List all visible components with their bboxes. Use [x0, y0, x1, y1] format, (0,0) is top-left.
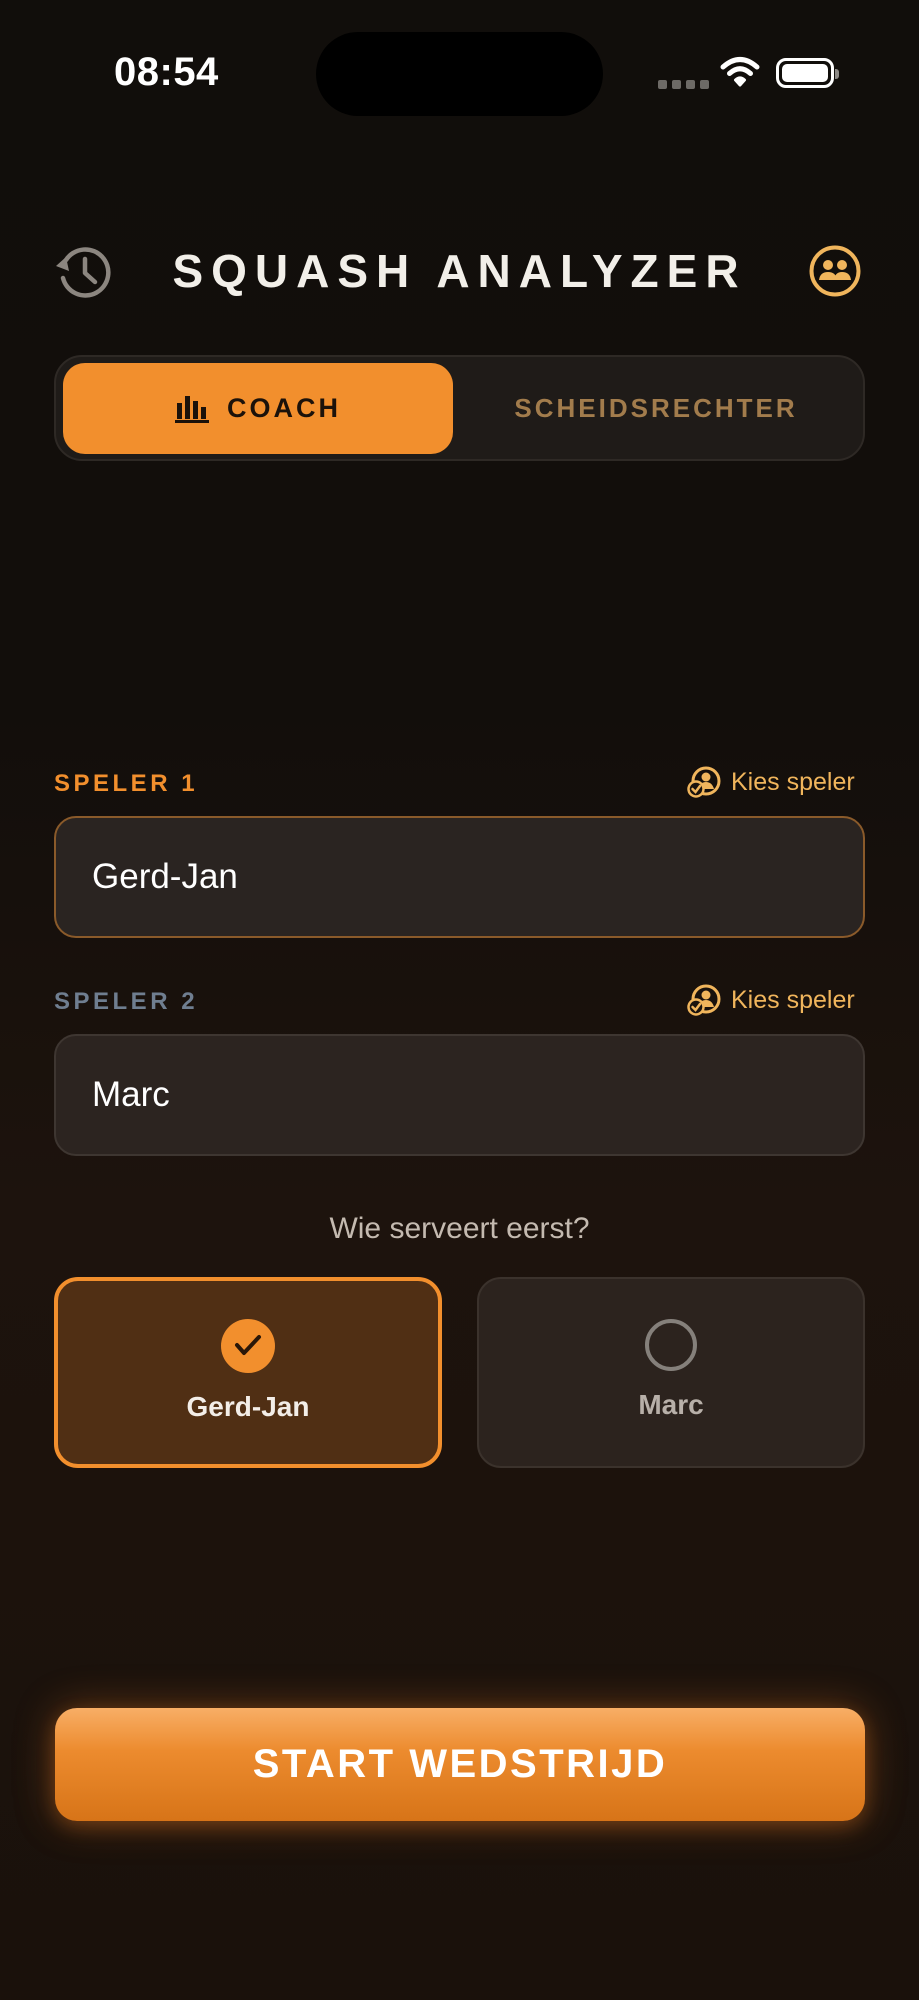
serve-option-player1-name: Gerd-Jan: [186, 1391, 310, 1422]
battery-icon: [776, 58, 839, 88]
player2-name-input[interactable]: Marc: [54, 1034, 865, 1156]
radio-empty-icon: [645, 1319, 697, 1371]
checkmark-icon: [221, 1319, 275, 1373]
serve-option-player2-name: Marc: [638, 1389, 704, 1420]
cellular-signal-icon: [658, 80, 709, 89]
mode-referee-label: SCHEIDSRECHTER: [514, 393, 798, 423]
start-match-button[interactable]: START WEDSTRIJD: [55, 1708, 865, 1821]
serve-option-player1[interactable]: Gerd-Jan: [54, 1277, 442, 1468]
player1-choose-label: Kies speler: [731, 767, 855, 796]
players-icon[interactable]: [808, 244, 862, 298]
mode-coach-tab[interactable]: COACH: [63, 363, 453, 454]
bar-chart-icon: [175, 395, 209, 423]
player1-label: SPELER 1: [54, 770, 199, 797]
player2-choose-button[interactable]: Kies speler: [687, 984, 855, 1016]
mode-referee-tab[interactable]: SCHEIDSRECHTER: [455, 363, 857, 454]
choose-player-icon: [687, 766, 721, 798]
player1-choose-button[interactable]: Kies speler: [687, 766, 855, 798]
player2-choose-label: Kies speler: [731, 985, 855, 1014]
player2-label: SPELER 2: [54, 988, 199, 1015]
status-time: 08:54: [114, 50, 219, 94]
mode-coach-label: COACH: [227, 393, 341, 423]
wifi-icon: [720, 57, 760, 87]
dynamic-island: [316, 32, 603, 116]
choose-player-icon: [687, 984, 721, 1016]
serve-option-player2[interactable]: Marc: [477, 1277, 865, 1468]
start-match-label: START WEDSTRIJD: [252, 1742, 668, 1786]
player1-name-input[interactable]: Gerd-Jan: [54, 816, 865, 938]
app-title: SQUASH ANALYZER: [172, 245, 747, 297]
serve-question: Wie serveert eerst?: [329, 1212, 590, 1245]
